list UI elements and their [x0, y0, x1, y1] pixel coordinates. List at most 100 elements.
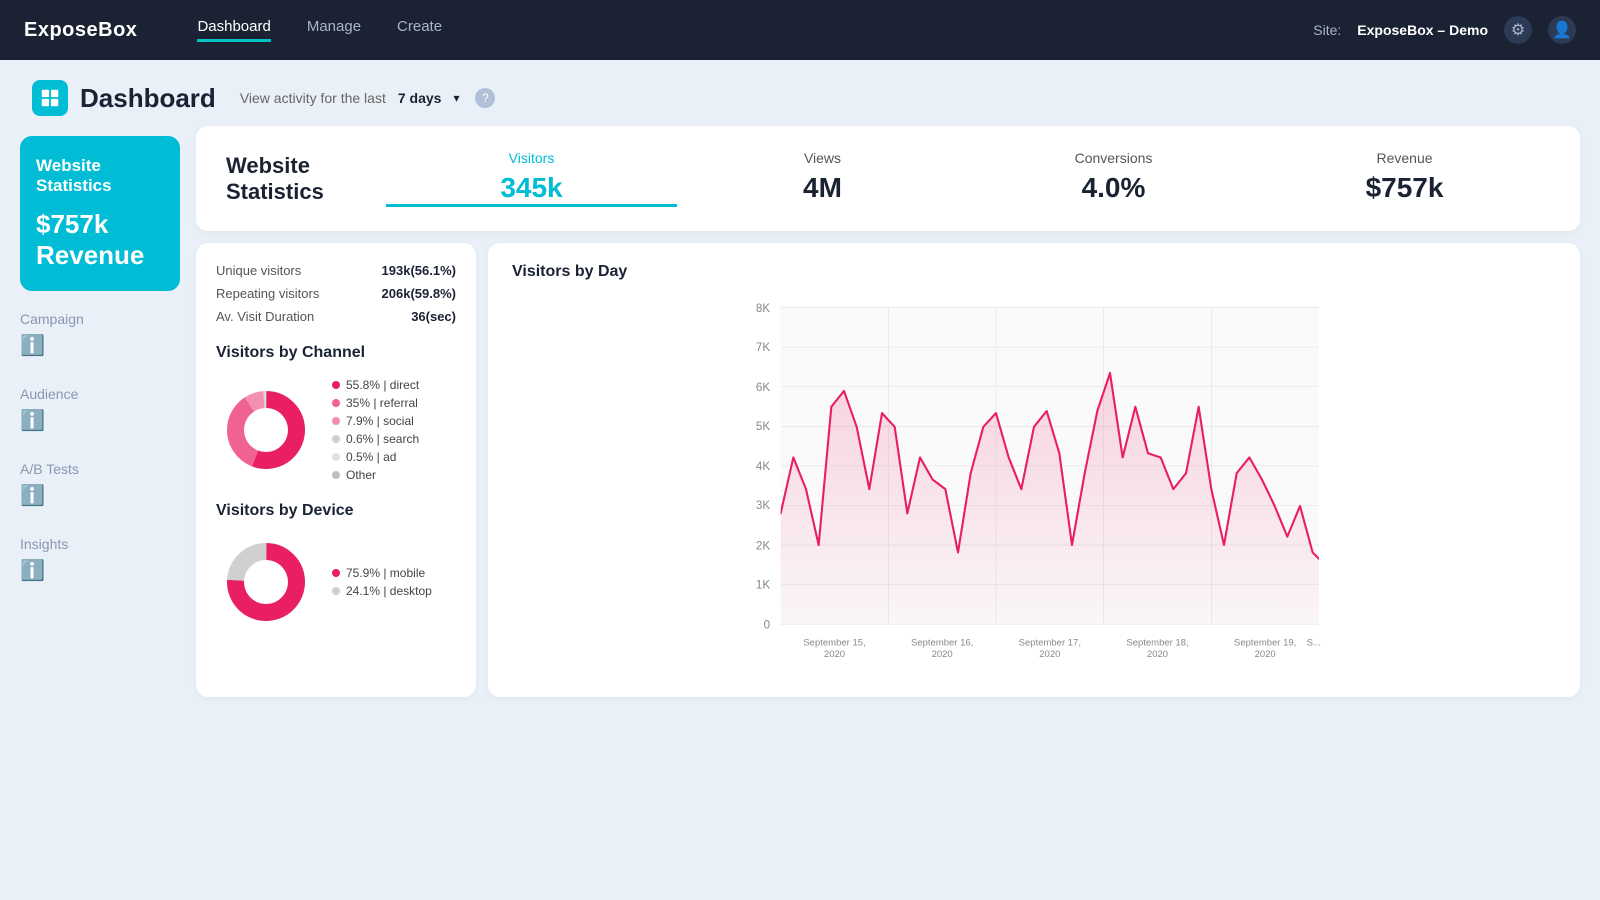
- audience-label: Audience: [20, 386, 180, 402]
- legend-search: 0.6% | search: [332, 432, 419, 446]
- visit-duration-value: 36(sec): [411, 309, 456, 324]
- stats-metrics: Visitors 345k Views 4M Conversions 4.0% …: [386, 150, 1550, 207]
- chevron-down-icon[interactable]: ▾: [453, 91, 459, 105]
- legend-desktop: 24.1% | desktop: [332, 584, 432, 598]
- channel-legend: 55.8% | direct 35% | referral 7.9% | soc…: [332, 378, 419, 482]
- nav-manage[interactable]: Manage: [307, 18, 361, 42]
- social-dot: [332, 417, 340, 425]
- nav-links: Dashboard Manage Create: [197, 18, 442, 42]
- desktop-dot: [332, 587, 340, 595]
- visit-duration-row: Av. Visit Duration 36(sec): [216, 309, 456, 324]
- ad-label: 0.5% | ad: [346, 450, 396, 464]
- svg-text:September 15,: September 15,: [803, 637, 865, 648]
- activity-subtitle: View activity for the last: [240, 90, 386, 106]
- insights-icon: ℹ️: [20, 558, 180, 583]
- site-label: Site:: [1313, 22, 1341, 38]
- repeating-visitors-label: Repeating visitors: [216, 286, 319, 301]
- revenue-metric-label: Revenue: [1279, 150, 1530, 166]
- metric-views[interactable]: Views 4M: [677, 150, 968, 207]
- svg-text:September 19,: September 19,: [1234, 637, 1296, 648]
- revenue-metric-value: $757k: [1279, 172, 1530, 204]
- campaign-icon: ℹ️: [20, 333, 180, 358]
- svg-text:3K: 3K: [756, 499, 770, 512]
- campaign-label: Campaign: [20, 311, 180, 327]
- content-area: WebsiteStatistics Visitors 345k Views 4M…: [180, 126, 1580, 697]
- direct-dot: [332, 381, 340, 389]
- user-icon[interactable]: 👤: [1548, 16, 1576, 44]
- revenue-label: Revenue: [36, 240, 144, 270]
- ab-tests-label: A/B Tests: [20, 461, 180, 477]
- desktop-label: 24.1% | desktop: [346, 584, 432, 598]
- dashboard-icon: [32, 80, 68, 116]
- sidebar-item-ab-tests[interactable]: A/B Tests ℹ️: [20, 461, 180, 508]
- legend-direct: 55.8% | direct: [332, 378, 419, 392]
- device-legend: 75.9% | mobile 24.1% | desktop: [332, 566, 432, 598]
- visit-duration-label: Av. Visit Duration: [216, 309, 314, 324]
- help-icon[interactable]: ?: [475, 88, 495, 108]
- channel-content: 55.8% | direct 35% | referral 7.9% | soc…: [216, 378, 456, 482]
- topnav-right: Site: ExposeBox – Demo ⚙ 👤: [1313, 16, 1576, 44]
- unique-visitors-label: Unique visitors: [216, 263, 301, 278]
- svg-text:2K: 2K: [756, 539, 770, 552]
- svg-text:September 17,: September 17,: [1019, 637, 1081, 648]
- page-title: Dashboard: [80, 83, 216, 114]
- main-layout: Website Statistics $757k Revenue Campaig…: [0, 126, 1600, 717]
- nav-dashboard[interactable]: Dashboard: [197, 18, 270, 42]
- visitors-value: 345k: [406, 172, 657, 204]
- sidebar-card-revenue: $757k Revenue: [36, 209, 164, 271]
- visitor-stats: Unique visitors 193k(56.1%) Repeating vi…: [216, 263, 456, 324]
- svg-text:2020: 2020: [1255, 649, 1276, 660]
- sidebar-item-audience[interactable]: Audience ℹ️: [20, 386, 180, 433]
- sidebar-website-stats-card[interactable]: Website Statistics $757k Revenue: [20, 136, 180, 291]
- svg-text:2020: 2020: [932, 649, 953, 660]
- sidebar: Website Statistics $757k Revenue Campaig…: [20, 126, 180, 697]
- days-selector[interactable]: 7 days: [398, 90, 442, 106]
- sidebar-items: Campaign ℹ️ Audience ℹ️ A/B Tests ℹ️ Ins…: [20, 311, 180, 583]
- visitors-label: Visitors: [406, 150, 657, 166]
- svg-text:8K: 8K: [756, 302, 770, 315]
- unique-visitors-row: Unique visitors 193k(56.1%): [216, 263, 456, 278]
- repeating-visitors-row: Repeating visitors 206k(59.8%): [216, 286, 456, 301]
- legend-other: Other: [332, 468, 419, 482]
- svg-text:2020: 2020: [824, 649, 845, 660]
- svg-text:1K: 1K: [756, 578, 770, 591]
- search-label: 0.6% | search: [346, 432, 419, 446]
- metric-visitors[interactable]: Visitors 345k: [386, 150, 677, 207]
- conversions-value: 4.0%: [988, 172, 1239, 204]
- svg-text:4K: 4K: [756, 460, 770, 473]
- views-value: 4M: [697, 172, 948, 204]
- sidebar-item-campaign[interactable]: Campaign ℹ️: [20, 311, 180, 358]
- insights-label: Insights: [20, 536, 180, 552]
- search-dot: [332, 435, 340, 443]
- svg-text:6K: 6K: [756, 381, 770, 394]
- right-panel: Visitors by Day: [488, 243, 1580, 697]
- stats-card-title: WebsiteStatistics: [226, 153, 346, 205]
- nav-create[interactable]: Create: [397, 18, 442, 42]
- conversions-label: Conversions: [988, 150, 1239, 166]
- visitors-by-day-chart: 8K 7K 6K 5K 4K 3K 2K 1K 0 September 15, …: [512, 297, 1556, 677]
- topnav: ExposeBox Dashboard Manage Create Site: …: [0, 0, 1600, 60]
- sidebar-item-insights[interactable]: Insights ℹ️: [20, 536, 180, 583]
- device-title: Visitors by Device: [216, 502, 456, 520]
- mobile-dot: [332, 569, 340, 577]
- referral-dot: [332, 399, 340, 407]
- svg-text:0: 0: [764, 618, 770, 631]
- settings-icon[interactable]: ⚙: [1504, 16, 1532, 44]
- metric-conversions[interactable]: Conversions 4.0%: [968, 150, 1259, 207]
- channel-donut-svg: [216, 380, 316, 480]
- svg-text:September 18,: September 18,: [1126, 637, 1188, 648]
- svg-text:S...: S...: [1307, 637, 1321, 648]
- ad-dot: [332, 453, 340, 461]
- svg-text:5K: 5K: [756, 420, 770, 433]
- channel-donut: [216, 380, 316, 480]
- site-name: ExposeBox – Demo: [1357, 22, 1488, 38]
- mobile-label: 75.9% | mobile: [346, 566, 425, 580]
- svg-text:September 16,: September 16,: [911, 637, 973, 648]
- channel-title: Visitors by Channel: [216, 344, 456, 362]
- metric-revenue[interactable]: Revenue $757k: [1259, 150, 1550, 207]
- chart-title: Visitors by Day: [512, 263, 1556, 281]
- svg-text:2020: 2020: [1039, 649, 1060, 660]
- stats-card: WebsiteStatistics Visitors 345k Views 4M…: [196, 126, 1580, 231]
- legend-referral: 35% | referral: [332, 396, 419, 410]
- chart-area: 8K 7K 6K 5K 4K 3K 2K 1K 0 September 15, …: [512, 297, 1556, 677]
